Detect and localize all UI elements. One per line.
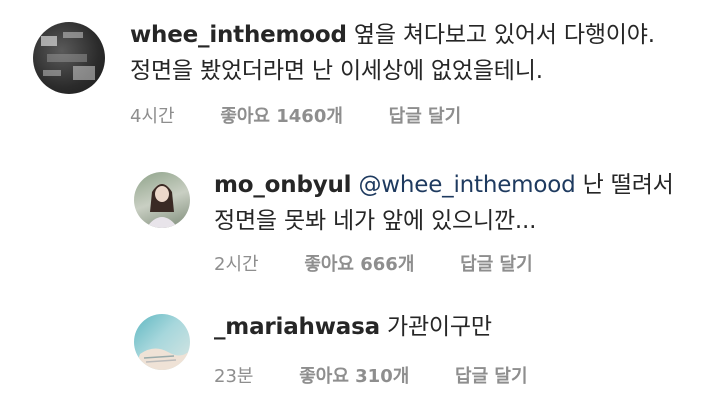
comment-text: _mariahwasa 가관이구만 — [214, 310, 492, 345]
comment-body: 옆을 쳐다보고 있어서 다행이야. — [353, 22, 655, 48]
avatar-image — [41, 32, 95, 80]
comment-time: 23분 — [214, 366, 254, 387]
comment-time: 4시간 — [130, 106, 175, 127]
reply-button[interactable]: 답글 달기 — [389, 106, 462, 127]
comment-reply-item: mo_onbyul @whee_inthemood 난 떨려서 정면을 못봐 네… — [0, 150, 720, 280]
comment-username[interactable]: mo_onbyul — [214, 172, 352, 198]
comment-text: mo_onbyul @whee_inthemood 난 떨려서 — [214, 168, 674, 203]
comment-item: whee_inthemood 옆을 쳐다보고 있어서 다행이야. 정면을 봤었더… — [0, 0, 720, 135]
comment-meta: 2시간 좋아요 666개 답글 달기 — [214, 250, 573, 276]
comment-body: 난 떨려서 — [582, 172, 674, 198]
comment-text-line2: 정면을 못봐 네가 앞에 있으니깐... — [214, 208, 537, 234]
comment-reply-item: _mariahwasa 가관이구만 23분 좋아요 310개 답글 달기 — [0, 300, 720, 411]
comment-time: 2시간 — [214, 254, 259, 275]
avatar[interactable] — [33, 22, 105, 94]
comment-meta: 23분 좋아요 310개 답글 달기 — [214, 362, 568, 388]
mention-link[interactable]: @whee_inthemood — [358, 172, 575, 198]
avatar[interactable] — [134, 314, 190, 370]
comment-text: whee_inthemood 옆을 쳐다보고 있어서 다행이야. — [130, 18, 655, 53]
reply-button[interactable]: 답글 달기 — [455, 366, 528, 387]
likes-count[interactable]: 좋아요 1460개 — [220, 106, 343, 127]
likes-count[interactable]: 좋아요 310개 — [299, 366, 409, 387]
comment-meta: 4시간 좋아요 1460개 답글 달기 — [130, 102, 501, 128]
comment-username[interactable]: whee_inthemood — [130, 22, 347, 48]
reply-button[interactable]: 답글 달기 — [460, 254, 533, 275]
comment-body: 가관이구만 — [387, 314, 492, 340]
avatar-image — [134, 348, 190, 370]
comment-text-line2: 정면을 봤었더라면 난 이세상에 없었을테니. — [130, 58, 543, 84]
comment-username[interactable]: _mariahwasa — [214, 314, 380, 340]
avatar[interactable] — [134, 172, 190, 228]
avatar-image — [146, 184, 178, 228]
likes-count[interactable]: 좋아요 666개 — [304, 254, 414, 275]
